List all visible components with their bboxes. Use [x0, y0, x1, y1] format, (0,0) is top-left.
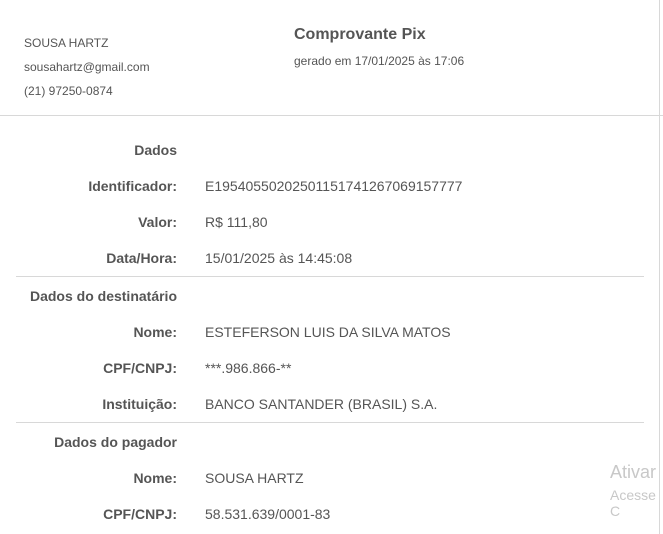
destinatario-doc-value: ***.986.866-** [205, 360, 292, 376]
destinatario-instituicao-value: BANCO SANTANDER (BRASIL) S.A. [205, 396, 438, 412]
pagador-doc-value: 58.531.639/0001-83 [205, 506, 331, 522]
datahora-value: 15/01/2025 às 14:45:08 [205, 250, 353, 266]
sender-phone: (21) 97250-0874 [24, 84, 113, 98]
valor-label: Valor: [138, 214, 177, 230]
identificador-value: E19540550202501151741267069157777 [205, 178, 463, 194]
generated-timestamp: gerado em 17/01/2025 às 17:06 [294, 54, 465, 68]
sender-info: SOUSA HARTZ sousahartz@gmail.com (21) 97… [24, 31, 150, 103]
destinatario-instituicao-label: Instituição: [102, 396, 177, 412]
watermark-line-1: Ativar [610, 462, 657, 482]
section-divider [16, 422, 644, 423]
row-valor: Valor: R$ 111,80 [0, 214, 640, 234]
pagador-doc-label: CPF/CNPJ: [103, 506, 177, 522]
row-destinatario-doc: CPF/CNPJ: ***.986.866-** [0, 360, 640, 380]
row-pagador-doc: CPF/CNPJ: 58.531.639/0001-83 [0, 506, 640, 526]
page-title: Comprovante Pix [294, 26, 426, 43]
section-heading-pagador: Dados do pagador [54, 434, 177, 450]
section-pagador: Dados do pagador [0, 434, 640, 454]
section-heading-dados: Dados [134, 142, 177, 158]
destinatario-doc-label: CPF/CNPJ: [103, 360, 177, 376]
section-destinatario: Dados do destinatário [0, 288, 640, 308]
section-dados: Dados [0, 142, 640, 162]
identificador-label: Identificador: [88, 178, 177, 194]
row-destinatario-instituicao: Instituição: BANCO SANTANDER (BRASIL) S.… [0, 396, 640, 416]
page-edge-line [659, 0, 660, 534]
row-identificador: Identificador: E195405502025011517412670… [0, 178, 640, 198]
watermark-line-2: Acesse C [610, 487, 656, 519]
section-divider [16, 276, 644, 277]
row-destinatario-nome: Nome: ESTEFERSON LUIS DA SILVA MATOS [0, 324, 640, 344]
datahora-label: Data/Hora: [106, 250, 177, 266]
header-divider [0, 115, 663, 116]
sender-name: SOUSA HARTZ [24, 36, 109, 50]
destinatario-nome-value: ESTEFERSON LUIS DA SILVA MATOS [205, 324, 451, 340]
receipt-header: SOUSA HARTZ sousahartz@gmail.com (21) 97… [0, 0, 663, 116]
sender-email: sousahartz@gmail.com [24, 60, 150, 74]
destinatario-nome-label: Nome: [133, 324, 177, 340]
section-heading-destinatario: Dados do destinatário [29, 288, 177, 304]
row-pagador-nome: Nome: SOUSA HARTZ [0, 470, 640, 490]
valor-value: R$ 111,80 [205, 214, 268, 230]
pagador-nome-label: Nome: [133, 470, 177, 486]
pagador-nome-value: SOUSA HARTZ [205, 470, 304, 486]
row-datahora: Data/Hora: 15/01/2025 às 14:45:08 [0, 250, 640, 270]
activation-watermark: Ativar Acesse C [610, 462, 663, 519]
